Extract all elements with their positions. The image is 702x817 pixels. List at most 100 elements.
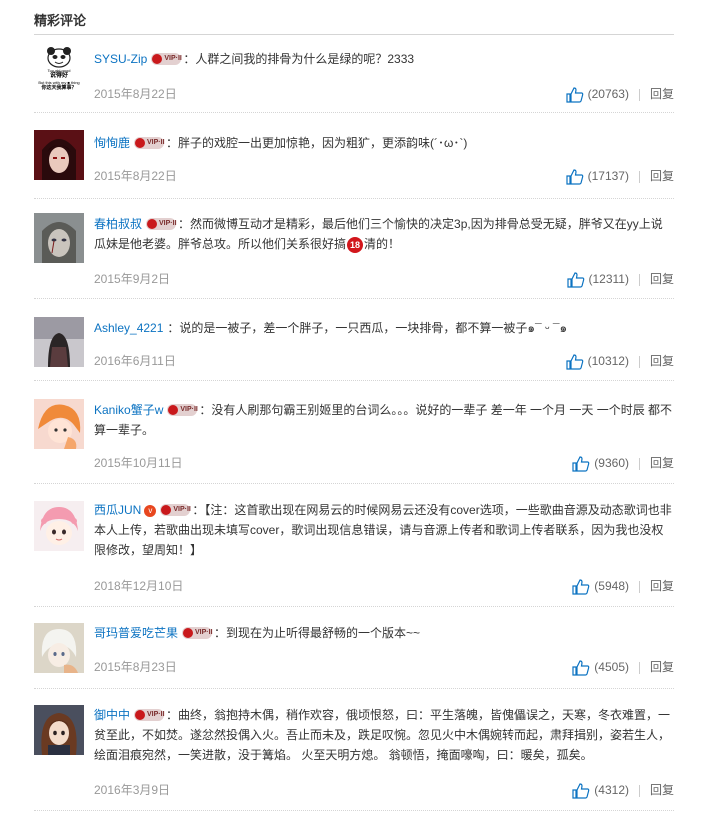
comment-body: 春柏叔叔 VIP·II ：然而微博互动才是精彩，最后他们三个愉快的决定3p,因为排骨… — [94, 214, 674, 254]
comment-meta: 2016年3月9日 (4312) 回复 — [94, 780, 674, 800]
comment-meta: 2015年8月22日 (17137) 回复 — [94, 166, 674, 186]
comment-text: ：曲终，翁抱持木偶，稍作欢容，俄顷恨怒，曰：平生落魄，皆傀儡误之，天寒，冬衣难置… — [94, 708, 671, 762]
avatar[interactable] — [34, 501, 84, 551]
comment-meta: 2015年10月11日 (9360) 回复 — [94, 453, 674, 473]
username-link[interactable]: 哥玛普爱吃芒果 — [94, 626, 178, 640]
comment-text: ：人群之间我的排骨为什么是绿的呢？2333 — [183, 52, 415, 66]
thumbs-up-icon[interactable] — [566, 272, 585, 288]
username-link[interactable]: 春柏叔叔 — [94, 217, 142, 231]
comment-meta: 2015年8月22日 (20763) 回复 — [94, 84, 674, 104]
verified-badge-icon: v — [144, 504, 157, 517]
comment-body: 西瓜JUN v VIP·II ：【注：这首歌出现在网易云的时候网易云还没有cover选… — [94, 500, 674, 560]
comment-date: 2015年8月22日 — [94, 87, 177, 101]
comment-date: 2015年8月22日 — [94, 169, 177, 183]
comment-date: 2015年10月11日 — [94, 456, 183, 470]
vip-badge: VIP·II — [146, 217, 177, 230]
sticker-18-icon: 18 — [347, 236, 364, 253]
divider — [638, 661, 640, 674]
thumbs-up-icon[interactable] — [566, 169, 584, 185]
avatar-caption-2: 说得好 — [49, 73, 68, 79]
like-count: (4505) — [594, 660, 629, 674]
reply-link[interactable]: 回复 — [650, 169, 674, 183]
comment-text: ：胖子的戏腔一出更加惊艳，因为粗犷，更添韵味(´･ω･`) — [166, 136, 468, 150]
username-link[interactable]: 西瓜JUN — [94, 503, 141, 517]
divider — [638, 355, 640, 368]
username-link[interactable]: Kaniko蟹子w — [94, 403, 163, 417]
comment-actions: (12311) 回复 — [566, 269, 674, 289]
comment-item: 西瓜JUN v VIP·II ：【注：这首歌出现在网易云的时候网易云还没有cover选… — [34, 501, 674, 607]
avatar[interactable] — [34, 705, 84, 755]
vip-badge: VIP·II — [134, 136, 165, 149]
section-title: 精彩评论 — [34, 13, 87, 28]
like-count: (10312) — [587, 354, 629, 368]
comment-item: 哥玛普爱吃芒果 VIP·II ：到现在为止听得最舒畅的一个版本~~ 2015年8月2… — [34, 623, 674, 689]
reply-link[interactable]: 回复 — [650, 660, 674, 674]
vip-badge: VIP·II — [160, 503, 191, 516]
avatar[interactable] — [34, 130, 84, 180]
comment-meta: 2016年6月11日 (10312) 回复 — [94, 351, 674, 371]
comment-date: 2016年3月9日 — [94, 783, 171, 797]
vip-badge: VIP·II — [182, 626, 213, 639]
reply-link[interactable]: 回复 — [650, 272, 674, 286]
comment-actions: (9360) 回复 — [572, 453, 674, 473]
reply-link[interactable]: 回复 — [650, 783, 674, 797]
comment-date: 2018年12月10日 — [94, 579, 184, 593]
comment-actions: (10312) 回复 — [566, 351, 674, 371]
divider — [638, 88, 640, 101]
avatar[interactable]: Too girl good 说得好 But this with my ■ thi… — [34, 44, 84, 94]
avatar[interactable] — [34, 213, 84, 263]
avatar[interactable] — [34, 317, 84, 367]
like-count: (9360) — [594, 456, 629, 470]
divider — [638, 273, 640, 286]
username-link[interactable]: SYSU-Zip — [94, 52, 147, 66]
avatar-caption-4: 你这天我算事？ — [41, 85, 77, 91]
thumbs-up-icon[interactable] — [566, 354, 584, 370]
comment-actions: (17137) 回复 — [566, 166, 674, 186]
comment-item: Ashley_4221 ：说的是一被子，差一个胖子，一只西瓜，一块排骨，都不算一被… — [34, 317, 674, 381]
vip-badge: VIP·II — [167, 403, 198, 416]
comment-meta: 2015年8月23日 (4505) 回复 — [94, 657, 674, 677]
comment-item: 恂恂鹿 VIP·II ：胖子的戏腔一出更加惊艳，因为粗犷，更添韵味(´･ω･`) 2… — [34, 130, 674, 199]
reply-link[interactable]: 回复 — [650, 87, 674, 101]
comment-body: 恂恂鹿 VIP·II ：胖子的戏腔一出更加惊艳，因为粗犷，更添韵味(´･ω･`) — [94, 133, 674, 153]
comment-actions: (20763) 回复 — [566, 84, 674, 104]
thumbs-up-icon[interactable] — [572, 456, 590, 472]
comment-body: Ashley_4221 ：说的是一被子，差一个胖子，一只西瓜，一块排骨，都不算一被… — [94, 318, 674, 338]
thumbs-up-icon[interactable] — [572, 783, 590, 799]
like-count: (4312) — [594, 783, 629, 797]
reply-link[interactable]: 回复 — [650, 579, 674, 593]
comment-text: ：到现在为止听得最舒畅的一个版本~~ — [214, 626, 421, 640]
avatar[interactable] — [34, 399, 84, 449]
username-link[interactable]: Ashley_4221 — [94, 321, 163, 335]
comment-body: Kaniko蟹子w VIP·II ：没有人刷那句霸王别姬里的台词么。。。说好的一辈子… — [94, 400, 674, 440]
comment-meta: 2018年12月10日 (5948) 回复 — [94, 576, 674, 596]
username-link[interactable]: 恂恂鹿 — [94, 136, 130, 150]
divider — [638, 170, 640, 183]
divider — [638, 580, 640, 593]
like-count: (17137) — [587, 169, 629, 183]
comment-body: 御中中 VIP·II ：曲终，翁抱持木偶，稍作欢容，俄顷恨怒，曰：平生落魄，皆傀儡误… — [94, 705, 674, 765]
title-divider — [34, 34, 674, 35]
comment-text-cont: 清的！ — [364, 237, 401, 251]
vip-badge: VIP·II — [134, 708, 165, 721]
username-link[interactable]: 御中中 — [94, 708, 130, 722]
comment-body: SYSU-Zip VIP·II ：人群之间我的排骨为什么是绿的呢？2333 — [94, 49, 674, 69]
like-count: (5948) — [594, 579, 629, 593]
avatar[interactable] — [34, 623, 84, 673]
comment-actions: (4505) 回复 — [572, 657, 674, 677]
comment-actions: (4312) 回复 — [572, 780, 674, 800]
like-count: (12311) — [588, 272, 629, 286]
reply-link[interactable]: 回复 — [650, 456, 674, 470]
comment-body: 哥玛普爱吃芒果 VIP·II ：到现在为止听得最舒畅的一个版本~~ — [94, 623, 674, 643]
comment-date: 2016年6月11日 — [94, 354, 176, 368]
comment-date: 2015年8月23日 — [94, 660, 177, 674]
comment-meta: 2015年9月2日 (12311) 回复 — [94, 269, 674, 289]
thumbs-up-icon[interactable] — [572, 660, 590, 676]
thumbs-up-icon[interactable] — [566, 87, 584, 103]
thumbs-up-icon[interactable] — [572, 579, 590, 595]
comment-item: Too girl good 说得好 But this with my ■ thi… — [34, 44, 674, 113]
comment-item: Kaniko蟹子w VIP·II ：没有人刷那句霸王别姬里的台词么。。。说好的一辈子… — [34, 399, 674, 484]
divider — [638, 784, 640, 797]
reply-link[interactable]: 回复 — [650, 354, 674, 368]
comment-item: 御中中 VIP·II ：曲终，翁抱持木偶，稍作欢容，俄顷恨怒，曰：平生落魄，皆傀儡误… — [34, 705, 674, 811]
